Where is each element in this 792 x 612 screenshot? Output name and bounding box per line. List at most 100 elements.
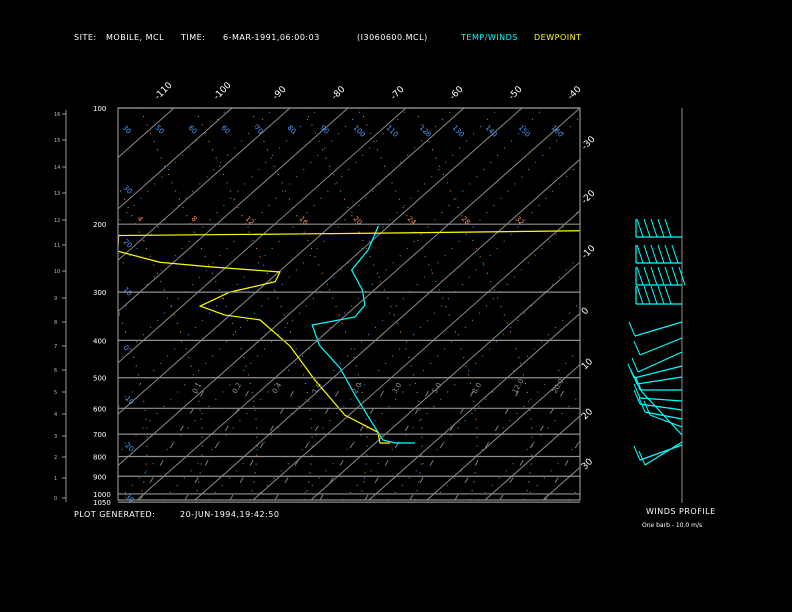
dry-adiabat-label: 120 [418, 124, 433, 139]
isotherm [118, 108, 523, 467]
height-tick-label: 11 [54, 243, 60, 249]
isotherm-top-label: -100 [212, 80, 234, 102]
wind-barb [636, 218, 644, 238]
isotherm-right-label: -10 [580, 243, 598, 261]
height-tick-label: 15 [54, 138, 60, 144]
wind-barb-staff [639, 337, 683, 356]
wind-barb-staff [633, 365, 683, 379]
mixing-ratio-label: 0.4 [271, 381, 284, 395]
dry-adiabat [522, 440, 580, 500]
wind-barb [650, 266, 658, 286]
dry-adiabat [118, 108, 410, 409]
wind-barb [633, 445, 641, 461]
height-tick-label: 14 [54, 165, 60, 171]
mixing-ratio-label: 0.1 [191, 381, 203, 395]
moist-adiabat-label: 16 [298, 215, 310, 227]
dry-adiabat [567, 486, 580, 500]
dry-adiabat-label: 80 [286, 124, 298, 136]
moist-adiabat-label: 4 [136, 215, 145, 224]
isotherm [118, 108, 233, 210]
wind-barb [650, 285, 658, 305]
isotherm [118, 108, 349, 313]
plot-area [0, 88, 792, 500]
isotherm [426, 363, 580, 500]
height-tick-label: 9 [54, 296, 57, 302]
dry-adiabat-label: 60 [220, 124, 232, 136]
wind-barb [643, 266, 651, 286]
isotherm-right-label: 30 [580, 457, 595, 472]
isotherm-top-label: -110 [153, 80, 175, 102]
dry-adiabat-label: 150 [517, 124, 532, 139]
dry-adiabat [658, 88, 792, 500]
skew-t-chart: 1002003004005006007008009001000105016151… [0, 80, 792, 507]
wind-barb-staff [639, 444, 683, 461]
dry-adiabat [703, 88, 792, 500]
wind-barb [664, 244, 672, 264]
mixing-ratio-label: 5.0 [431, 381, 443, 395]
mixing-ratio-line [409, 379, 481, 500]
isotherm-top-label: -80 [330, 84, 348, 102]
mixing-ratio-label: 12.0 [511, 377, 526, 395]
height-tick-label: 0 [54, 496, 57, 502]
dry-adiabat-left-label: 30 [122, 184, 134, 196]
height-tick-label: 16 [54, 112, 60, 118]
pressure-tick-label: 100 [93, 105, 106, 113]
wind-barb [657, 218, 665, 238]
wind-barb [643, 285, 651, 305]
dry-adiabat [252, 162, 580, 500]
moist-adiabat-label: 8 [190, 215, 199, 224]
pressure-tick-label: 400 [93, 337, 106, 345]
dry-adiabat [432, 347, 580, 500]
height-tick-label: 8 [54, 320, 57, 326]
mixing-ratio-label: 2.0 [351, 381, 363, 395]
wind-barb [643, 218, 651, 238]
isotherm [118, 108, 465, 415]
dry-adiabat-left-label: 0 [122, 344, 131, 353]
dry-adiabat-left-label: -10 [122, 393, 136, 407]
wind-barb [631, 357, 639, 373]
moist-adiabat [139, 108, 258, 500]
moist-adiabat-label: 24 [406, 215, 418, 227]
pressure-tick-label: 800 [93, 454, 106, 462]
height-tick-label: 5 [54, 390, 57, 396]
wind-barb [664, 266, 672, 286]
dry-adiabat-label: 30 [121, 124, 133, 136]
dry-adiabat [118, 108, 455, 455]
isotherm [194, 158, 580, 500]
wind-barb-staff [641, 391, 683, 436]
isotherm-right-label: -30 [580, 134, 598, 152]
height-tick-label: 13 [54, 191, 60, 197]
dry-adiabat [297, 208, 580, 500]
wind-barb [671, 266, 679, 286]
isotherm [0, 108, 58, 500]
height-tick-label: 10 [54, 269, 60, 275]
wind-barb [657, 285, 665, 305]
wind-barb [633, 340, 641, 356]
isotherm-right-label: 10 [580, 357, 595, 372]
wind-barb [664, 218, 672, 238]
dry-adiabat [477, 394, 580, 500]
height-tick-label: 4 [54, 412, 57, 418]
wind-barb [636, 285, 644, 305]
isotherm-right-label: 0 [580, 306, 591, 317]
moist-adiabat [194, 108, 313, 500]
isotherm [252, 209, 580, 500]
isotherm-right-label: 20 [580, 407, 595, 422]
pressure-tick-label: 700 [93, 431, 106, 439]
dry-adiabat-label: 160 [550, 124, 565, 139]
isotherm-top-label: -90 [271, 84, 289, 102]
pressure-tick-label: 300 [93, 289, 106, 297]
dry-adiabat-left-label: 10 [122, 286, 134, 298]
height-tick-label: 6 [54, 368, 57, 374]
isotherm-right-label: -20 [580, 188, 598, 206]
dry-adiabat [118, 108, 500, 500]
dry-adiabat-label: 60 [187, 124, 199, 136]
height-tick-label: 3 [54, 434, 57, 440]
moist-adiabat-label: 12 [244, 215, 256, 227]
mixing-ratio-line [364, 379, 436, 500]
moist-adiabat-label: 28 [460, 215, 472, 227]
isotherm [601, 108, 792, 500]
dry-adiabat-label: 140 [484, 124, 499, 139]
height-tick-label: 12 [54, 218, 60, 224]
wind-barb-staff [649, 414, 683, 428]
